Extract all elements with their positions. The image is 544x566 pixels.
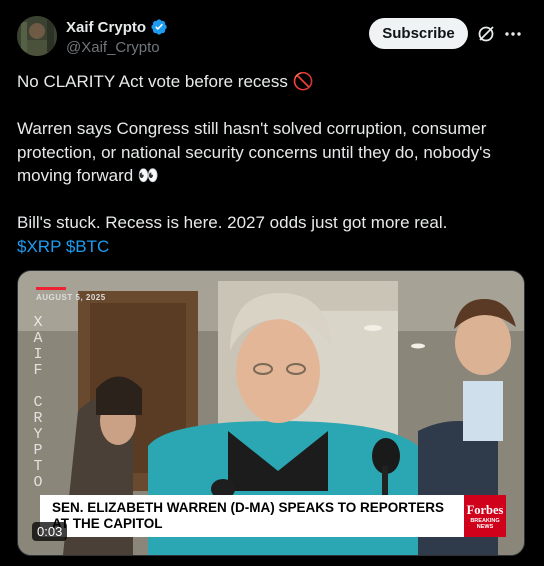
name-row: Xaif Crypto [66, 18, 168, 36]
cashtag-btc[interactable]: $BTC [66, 237, 109, 256]
video-player[interactable]: AUGUST 5, 2025 X A I F C R Y P T O SEN. … [17, 270, 525, 556]
post-line-1: No CLARITY Act vote before recess 🚫 [17, 72, 314, 91]
cashtag-xrp[interactable]: $XRP [17, 237, 61, 256]
verified-badge-icon [151, 19, 167, 35]
video-date: AUGUST 5, 2025 [36, 293, 106, 302]
forbes-logo: Forbes BREAKING NEWS [464, 495, 506, 537]
cashtag-row: $XRP $BTC [17, 235, 527, 259]
chyron-text: SEN. ELIZABETH WARREN (D-MA) SPEAKS TO R… [52, 500, 445, 531]
post-line-2: Warren says Congress still hasn't solved… [17, 119, 491, 185]
user-handle[interactable]: @Xaif_Crypto [66, 39, 160, 56]
avatar[interactable] [17, 16, 57, 56]
post-line-3: Bill's stuck. Recess is here. 2027 odds … [17, 213, 448, 232]
chyron-bar: SEN. ELIZABETH WARREN (D-MA) SPEAKS TO R… [40, 495, 464, 537]
subscribe-button[interactable]: Subscribe [369, 18, 468, 49]
video-duration: 0:03 [32, 522, 68, 541]
date-accent-bar [36, 287, 66, 290]
display-name[interactable]: Xaif Crypto [66, 19, 146, 36]
avatar-image [17, 16, 57, 56]
grok-slash-icon[interactable] [476, 24, 496, 44]
more-dots-icon[interactable] [503, 24, 523, 44]
post-header: Xaif Crypto @Xaif_Crypto Subscribe [0, 0, 544, 70]
forbes-logo-name: Forbes [466, 503, 504, 517]
post-text: No CLARITY Act vote before recess 🚫 Warr… [17, 70, 527, 258]
forbes-logo-sub2: NEWS [476, 524, 494, 530]
watermark: X A I F C R Y P T O [33, 314, 43, 491]
